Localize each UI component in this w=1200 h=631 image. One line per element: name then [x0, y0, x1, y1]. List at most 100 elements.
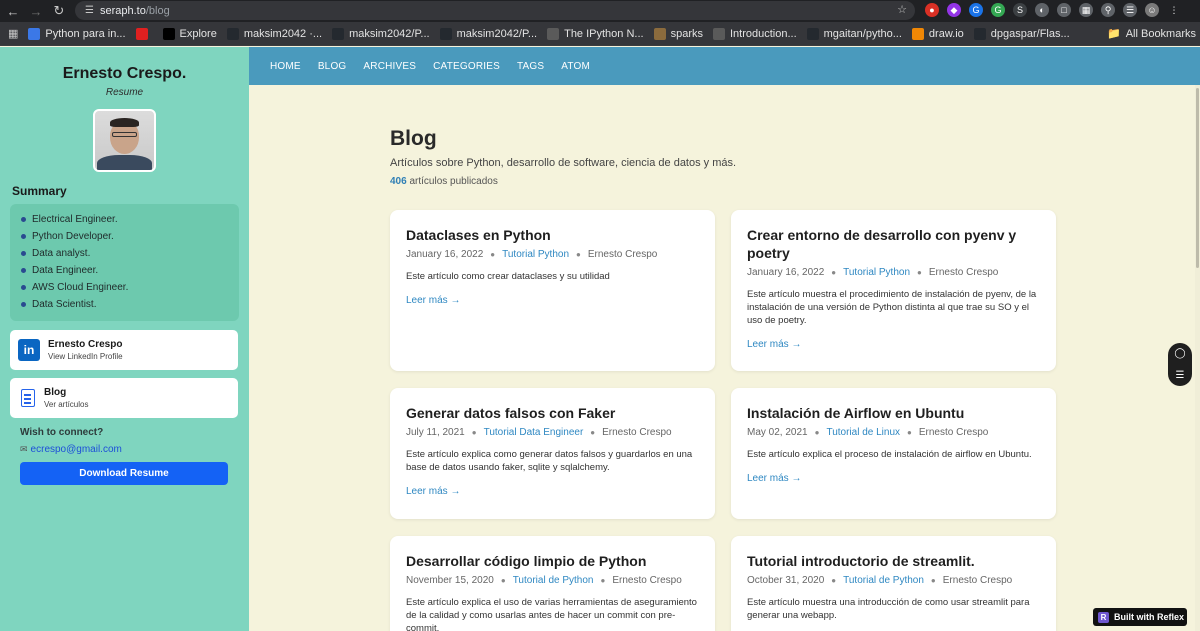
post-count-number: 406: [390, 176, 407, 187]
bookmark-item[interactable]: sparks: [653, 27, 703, 40]
site-info-icon[interactable]: ☰: [85, 5, 94, 16]
extension-icon[interactable]: □: [1057, 3, 1071, 17]
bookmark-label: sparks: [670, 27, 703, 40]
translate-icon[interactable]: G: [969, 3, 983, 17]
post-category[interactable]: Tutorial de Linux: [826, 427, 900, 438]
post-category[interactable]: Tutorial de Python: [843, 575, 924, 586]
apps-icon[interactable]: ▦: [8, 27, 18, 40]
nav-link-atom[interactable]: ATOM: [561, 61, 590, 72]
extension-icon[interactable]: ●: [925, 3, 939, 17]
grammarly-icon[interactable]: G: [991, 3, 1005, 17]
nav-link-categories[interactable]: CATEGORIES: [433, 61, 500, 72]
search-tab-icon[interactable]: ⚲: [1101, 3, 1115, 17]
post-meta: January 16, 2022 ● Tutorial Python ● Ernesto…: [406, 249, 699, 260]
post-excerpt: Este artículo explica como generar datos…: [406, 449, 693, 473]
post-card[interactable]: Desarrollar código limpio de Python Novem…: [390, 536, 715, 631]
summary-item: Electrical Engineer.: [21, 211, 239, 228]
profile-avatar[interactable]: ☺: [1145, 3, 1159, 17]
chat-icon[interactable]: ◯: [1174, 348, 1185, 359]
bookmark-label: maksim2042/P...: [349, 27, 430, 40]
summary-list: Electrical Engineer. Python Developer. Dat…: [10, 204, 239, 321]
scrollbar-thumb[interactable]: [1196, 88, 1199, 268]
bookmark-label: The IPython N...: [564, 27, 644, 40]
bookmark-item[interactable]: mgaitan/pytho...: [806, 27, 902, 40]
bookmark-item[interactable]: Python para in...: [28, 27, 126, 40]
post-category[interactable]: Tutorial Python: [843, 267, 910, 278]
bookmark-item[interactable]: maksim2042 ·...: [226, 27, 322, 40]
built-with-reflex-badge[interactable]: R Built with Reflex: [1093, 608, 1187, 626]
reflex-logo-icon: R: [1098, 611, 1109, 623]
bookmark-item[interactable]: Introduction...: [712, 27, 797, 40]
all-bookmarks-label: All Bookmarks: [1125, 27, 1196, 40]
post-card[interactable]: Generar datos falsos con Faker July 11, 2…: [390, 388, 715, 519]
post-title[interactable]: Dataclases en Python: [406, 226, 699, 244]
all-bookmarks[interactable]: 📁 All Bookmarks: [1107, 27, 1196, 41]
post-title[interactable]: Instalación de Airflow en Ubuntu: [747, 404, 1040, 422]
nav-link-home[interactable]: HOME: [270, 61, 301, 72]
post-date: November 15, 2020: [406, 575, 494, 586]
bookmark-list: Python para in... Explore maksim2042 ·... m…: [28, 27, 1079, 40]
nav-link-archives[interactable]: ARCHIVES: [363, 61, 416, 72]
bookmark-label: Explore: [179, 27, 217, 40]
bookmark-item[interactable]: dpgaspar/Flas...: [973, 27, 1070, 40]
download-resume-button[interactable]: Download Resume: [20, 462, 228, 485]
read-more-link[interactable]: Leer más →: [406, 486, 699, 497]
profile-name: Ernesto Crespo.: [62, 65, 187, 82]
post-title[interactable]: Crear entorno de desarrollo con pyenv y …: [747, 226, 1040, 262]
menu-icon[interactable]: ⋮: [1167, 3, 1181, 17]
post-category[interactable]: Tutorial Data Engineer: [484, 427, 584, 438]
puzzle-icon[interactable]: ▦: [1079, 3, 1093, 17]
reload-icon[interactable]: ↻: [49, 1, 69, 21]
email-text: ecrespo@gmail.com: [30, 444, 122, 455]
post-title[interactable]: Desarrollar código limpio de Python: [406, 552, 699, 570]
bookmark-favicon-icon: [653, 27, 666, 40]
separator-dot: ●: [814, 428, 820, 437]
post-card[interactable]: Dataclases en Python January 16, 2022 ● Tut…: [390, 210, 715, 371]
forward-icon[interactable]: →: [26, 1, 46, 21]
bookmark-item[interactable]: maksim2042/P...: [332, 27, 430, 40]
linkedin-title: Ernesto Crespo: [48, 339, 123, 350]
extension-icon[interactable]: ◆: [947, 3, 961, 17]
browser-toolbar: ← → ↻ ☰ seraph.to/blog ☆ ● ◆ G G S ◐ □ ▦…: [0, 0, 1200, 22]
extension-icon[interactable]: ◐: [1035, 3, 1049, 17]
post-excerpt: Este artículo como crear dataclases y su…: [406, 271, 610, 282]
mail-icon: ✉: [20, 444, 28, 454]
bookmark-favicon-icon: [28, 27, 41, 40]
email-link[interactable]: ✉ ecrespo@gmail.com: [20, 444, 122, 455]
nav-link-tags[interactable]: TAGS: [517, 61, 544, 72]
extension-icon[interactable]: S: [1013, 3, 1027, 17]
bookmark-star-icon[interactable]: ☆: [897, 3, 907, 16]
read-more-link[interactable]: Leer más →: [747, 339, 1040, 350]
wish-to-connect: Wish to connect?: [20, 427, 104, 438]
separator-dot: ●: [600, 576, 606, 585]
bookmark-item[interactable]: The IPython N...: [547, 27, 644, 40]
back-icon[interactable]: ←: [3, 1, 23, 21]
post-card[interactable]: Tutorial introductorio de streamlit. Octo…: [731, 536, 1056, 631]
list-icon[interactable]: ☰: [1176, 370, 1185, 381]
post-title[interactable]: Generar datos falsos con Faker: [406, 404, 699, 422]
post-category[interactable]: Tutorial Python: [502, 249, 569, 260]
read-more-link[interactable]: Leer más →: [406, 295, 699, 306]
bookmark-favicon-icon: [712, 27, 725, 40]
linkedin-card[interactable]: in Ernesto Crespo View LinkedIn Profile: [10, 330, 238, 370]
bookmark-favicon-icon: [911, 27, 924, 40]
address-bar[interactable]: ☰ seraph.to/blog ☆: [75, 1, 915, 20]
bookmark-item[interactable]: draw.io: [911, 27, 964, 40]
profile-subtitle: Resume: [105, 87, 144, 98]
side-panel-icon[interactable]: ☰: [1123, 3, 1137, 17]
post-title[interactable]: Tutorial introductorio de streamlit.: [747, 552, 1040, 570]
nav-link-blog[interactable]: BLOG: [318, 61, 347, 72]
bookmark-item[interactable]: Explore: [162, 27, 217, 40]
separator-dot: ●: [576, 250, 581, 259]
top-nav: HOME BLOG ARCHIVES CATEGORIES TAGS ATOM: [249, 47, 1200, 85]
bookmark-item[interactable]: maksim2042/P...: [439, 27, 537, 40]
read-more-link[interactable]: Leer más →: [747, 473, 1040, 484]
post-card[interactable]: Crear entorno de desarrollo con pyenv y …: [731, 210, 1056, 371]
bookmark-label: dpgaspar/Flas...: [990, 27, 1070, 40]
post-card[interactable]: Instalación de Airflow en Ubuntu May 02, …: [731, 388, 1056, 519]
post-category[interactable]: Tutorial de Python: [513, 575, 594, 586]
bookmark-label: Introduction...: [729, 27, 797, 40]
blog-card[interactable]: Blog Ver artículos: [10, 378, 238, 418]
bookmark-item[interactable]: [135, 27, 153, 40]
post-author: Ernesto Crespo: [587, 249, 658, 260]
